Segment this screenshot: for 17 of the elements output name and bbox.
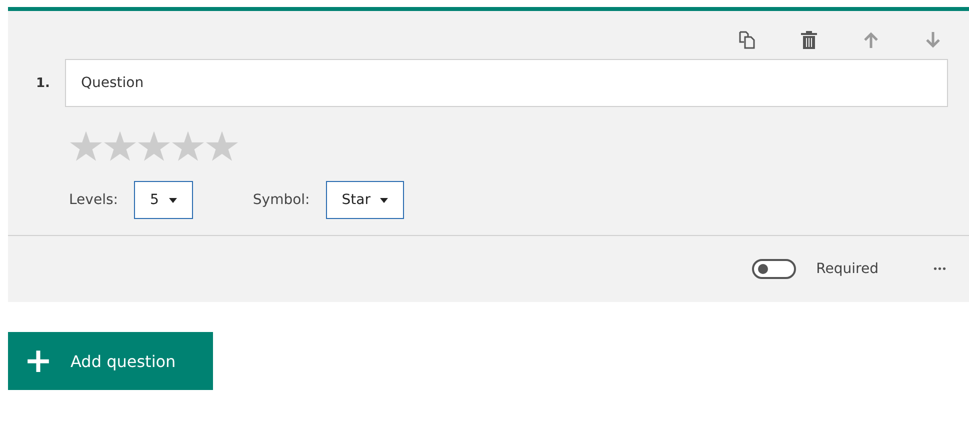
more-button[interactable]: ••• — [933, 264, 947, 274]
question-number: 1. — [36, 76, 51, 90]
levels-label: Levels: — [69, 192, 118, 208]
add-question-button[interactable]: + Add question — [8, 332, 213, 390]
caret-icon — [168, 198, 177, 202]
star-icon[interactable] — [138, 131, 170, 162]
required-toggle[interactable] — [752, 259, 796, 279]
question-field[interactable]: Question — [65, 59, 948, 107]
caret-icon — [380, 198, 388, 202]
symbol-dropdown[interactable]: Star — [326, 181, 404, 219]
star-icon[interactable] — [104, 131, 136, 162]
symbol-label: Symbol: — [252, 192, 310, 208]
star-icon[interactable] — [70, 131, 102, 162]
star-icon[interactable] — [172, 131, 204, 162]
levels-dropdown[interactable]: 5 — [134, 181, 193, 219]
required-label: Required — [816, 261, 878, 277]
star-icon[interactable] — [206, 131, 238, 162]
